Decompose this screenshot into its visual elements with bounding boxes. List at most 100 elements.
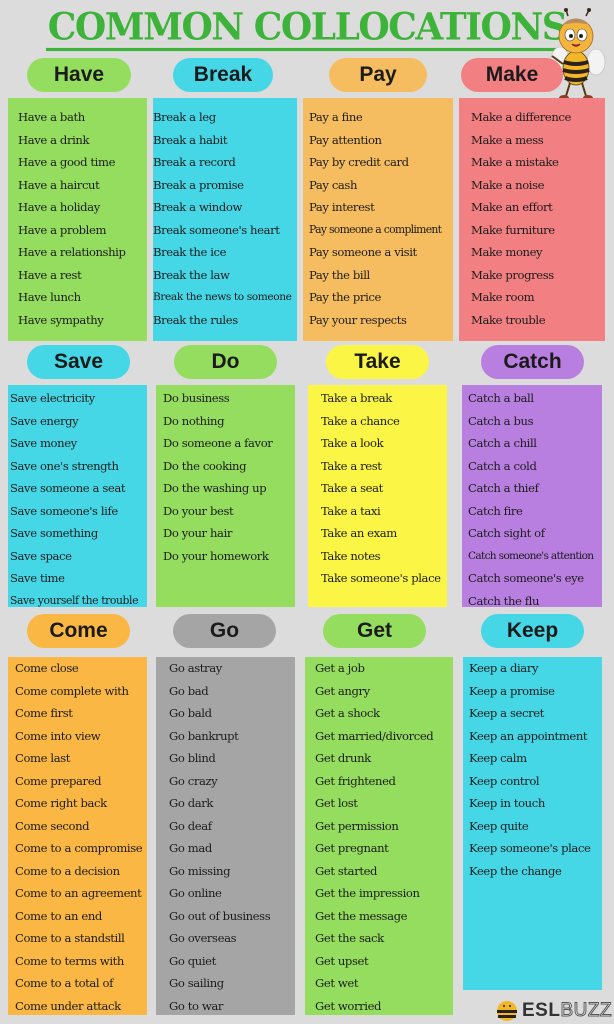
collocation-list-catch: Catch a ball Catch a bus Catch a chill C… bbox=[462, 385, 602, 608]
list-item: Go bald bbox=[169, 706, 212, 720]
list-item: Save yourself the trouble bbox=[10, 593, 139, 607]
list-item: Keep an appointment bbox=[469, 728, 588, 743]
list-item: Have a problem bbox=[18, 222, 107, 237]
brand-bold: ESL bbox=[522, 1000, 561, 1021]
collocation-list-get: Get a job Get angry Get a shock Get marr… bbox=[305, 657, 453, 1015]
verb-pill-pay: Pay bbox=[329, 58, 427, 92]
list-item: Go astray bbox=[169, 661, 222, 675]
collocation-list-pay: Pay a fine Pay attention Pay by credit c… bbox=[303, 98, 453, 341]
list-item: Break a promise bbox=[153, 177, 244, 192]
list-item: Get started bbox=[315, 863, 378, 878]
collocation-list-come: Come close Come complete with Come first… bbox=[8, 657, 147, 1015]
list-item: Take someone's place bbox=[321, 571, 441, 585]
list-item: Break the rules bbox=[153, 312, 238, 327]
list-item: Make an effort bbox=[471, 200, 553, 214]
list-item: Catch a chill bbox=[468, 436, 537, 450]
list-item: Make a noise bbox=[471, 177, 545, 192]
list-item: Do nothing bbox=[163, 413, 225, 428]
list-item: Break a habit bbox=[153, 132, 228, 147]
bee-logo-icon bbox=[497, 1001, 517, 1021]
list-item: Come to a compromise bbox=[15, 841, 143, 855]
list-item: Save money bbox=[10, 436, 77, 450]
list-item: Save space bbox=[10, 548, 72, 563]
list-item: Break the news to someone bbox=[153, 291, 292, 303]
verb-pill-make: Make bbox=[461, 58, 563, 92]
list-item: Pay by credit card bbox=[309, 155, 409, 169]
list-item: Save energy bbox=[10, 413, 79, 428]
brand-light: BUZZ bbox=[560, 1000, 613, 1022]
list-item: Have lunch bbox=[18, 290, 81, 304]
list-item: Make trouble bbox=[471, 312, 546, 327]
list-item: Keep calm bbox=[469, 751, 527, 765]
list-item: Save one's strength bbox=[10, 458, 119, 473]
list-item: Catch a bus bbox=[468, 413, 534, 428]
verb-pill-have: Have bbox=[27, 58, 131, 92]
list-item: Get the sack bbox=[315, 931, 384, 945]
list-item: Break a window bbox=[153, 200, 242, 214]
list-item: Get wet bbox=[315, 976, 359, 990]
list-item: Do your homework bbox=[163, 548, 269, 563]
list-item: Go out of business bbox=[169, 908, 271, 923]
collocation-list-do: Do business Do nothing Do someone a favo… bbox=[156, 385, 295, 607]
list-item: Get upset bbox=[315, 953, 369, 968]
list-item: Keep the change bbox=[469, 863, 562, 878]
list-item: Come prepared bbox=[15, 773, 102, 788]
list-item: Go overseas bbox=[169, 931, 237, 945]
list-item: Pay interest bbox=[309, 200, 375, 214]
list-item: Catch the flu bbox=[468, 593, 540, 608]
list-item: Make a mistake bbox=[471, 155, 559, 169]
eslbuzz-logo: ESLBUZZ bbox=[496, 1000, 612, 1022]
list-item: Have a relationship bbox=[18, 245, 126, 259]
list-item: Save time bbox=[10, 571, 65, 585]
list-item: Get the impression bbox=[315, 886, 420, 900]
list-item: Go online bbox=[169, 886, 222, 900]
collocation-list-save: Save electricity Save energy Save money … bbox=[8, 385, 147, 607]
list-item: Get pregnant bbox=[315, 841, 389, 855]
list-item: Keep in touch bbox=[469, 796, 545, 810]
list-item: Pay the bill bbox=[309, 267, 370, 282]
list-item: Come first bbox=[15, 706, 73, 720]
verb-pill-save: Save bbox=[27, 345, 130, 379]
list-item: Have a bath bbox=[18, 110, 85, 124]
list-item: Save someone's life bbox=[10, 503, 118, 518]
collocation-list-keep: Keep a diary Keep a promise Keep a secre… bbox=[463, 657, 602, 990]
list-item: Get drunk bbox=[315, 751, 371, 765]
list-item: Keep a diary bbox=[469, 661, 539, 675]
collocation-list-take: Take a break Take a chance Take a look T… bbox=[308, 385, 447, 607]
list-item: Come to an end bbox=[15, 908, 102, 923]
list-item: Get frightened bbox=[315, 773, 396, 788]
list-item: Make furniture bbox=[471, 222, 555, 237]
list-item: Do business bbox=[163, 391, 230, 405]
collocation-list-have: Have a bath Have a drink Have a good tim… bbox=[8, 98, 147, 341]
list-item: Save someone a seat bbox=[10, 481, 126, 495]
list-item: Go bad bbox=[169, 683, 209, 698]
list-item: Make a difference bbox=[471, 110, 571, 124]
list-item: Have a good time bbox=[18, 155, 116, 169]
list-item: Break someone's heart bbox=[153, 222, 280, 237]
list-item: Have a haircut bbox=[18, 177, 100, 192]
list-item: Get permission bbox=[315, 818, 399, 833]
list-item: Do your hair bbox=[163, 526, 233, 540]
list-item: Take a break bbox=[321, 391, 392, 405]
collocation-list-go: Go astray Go bad Go bald Go bankrupt Go … bbox=[156, 657, 295, 1015]
list-item: Get angry bbox=[315, 683, 370, 698]
list-item: Pay your respects bbox=[309, 312, 407, 327]
list-item: Take a chance bbox=[321, 413, 400, 428]
list-item: Go missing bbox=[169, 863, 231, 878]
list-item: Go to war bbox=[169, 998, 224, 1013]
list-item: Keep control bbox=[469, 773, 540, 788]
collocation-list-break: Break a leg Break a habit Break a record… bbox=[153, 98, 297, 341]
list-item: Save something bbox=[10, 526, 98, 540]
list-item: Catch someone's eye bbox=[468, 571, 584, 585]
list-item: Come close bbox=[15, 661, 79, 675]
list-item: Get lost bbox=[315, 796, 358, 810]
list-item: Come to terms with bbox=[15, 953, 124, 968]
list-item: Come right back bbox=[15, 796, 107, 810]
list-item: Get worried bbox=[315, 998, 382, 1013]
list-item: Come second bbox=[15, 818, 90, 833]
list-item: Save electricity bbox=[10, 391, 95, 405]
list-item: Pay a fine bbox=[309, 110, 363, 124]
list-item: Get married/divorced bbox=[315, 728, 434, 743]
list-item: Go mad bbox=[169, 841, 212, 855]
list-item: Take an exam bbox=[321, 526, 397, 540]
